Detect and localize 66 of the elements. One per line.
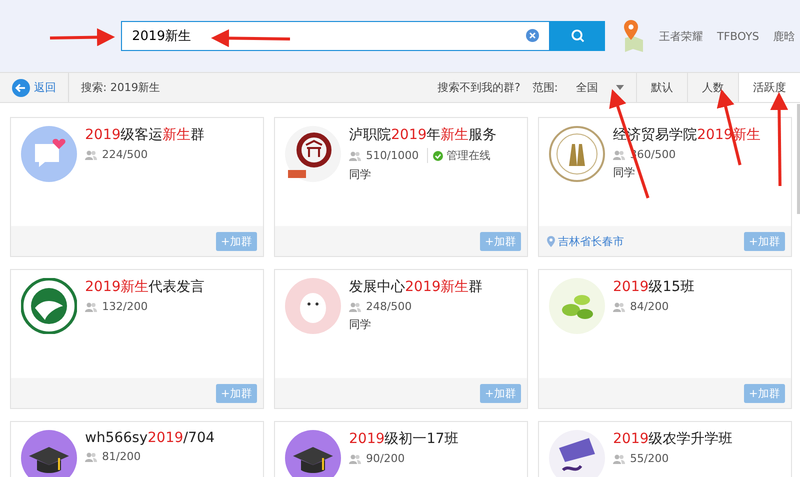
group-tag: 同学 bbox=[613, 165, 761, 180]
group-name[interactable]: 发展中心2019新生群 bbox=[349, 278, 483, 296]
group-avatar bbox=[21, 430, 77, 477]
back-button[interactable]: 返回 bbox=[0, 73, 69, 102]
members-icon bbox=[613, 302, 625, 312]
clear-icon[interactable] bbox=[526, 29, 539, 42]
group-card[interactable]: 2019新生代表发言 132/200 +加群 bbox=[10, 269, 264, 409]
location-pin-icon bbox=[547, 236, 555, 246]
member-count: 510/1000 bbox=[366, 149, 419, 162]
search-button[interactable] bbox=[550, 21, 605, 51]
members-icon bbox=[349, 150, 361, 160]
group-name[interactable]: 泸职院2019年新生服务 bbox=[349, 126, 497, 144]
member-count: 90/200 bbox=[366, 452, 405, 465]
group-name[interactable]: 2019新生代表发言 bbox=[85, 278, 205, 296]
member-count: 132/200 bbox=[102, 300, 148, 313]
group-avatar bbox=[549, 430, 605, 477]
group-avatar bbox=[285, 430, 341, 477]
range-label: 范围: bbox=[532, 80, 558, 95]
group-card[interactable]: 发展中心2019新生群 248/500 同学 +加群 bbox=[274, 269, 528, 409]
member-count: 55/200 bbox=[630, 452, 669, 465]
sort-tab[interactable]: 默认 bbox=[636, 73, 687, 102]
group-name[interactable]: 2019级15班 bbox=[613, 278, 694, 296]
search-icon bbox=[570, 29, 584, 43]
members-icon bbox=[349, 302, 361, 312]
group-name[interactable]: wh566sy2019/704 bbox=[85, 430, 215, 446]
group-tag: 同学 bbox=[349, 317, 483, 332]
search-query-text: 搜索: 2019新生 bbox=[81, 80, 162, 95]
group-name[interactable]: 2019级客运新生群 bbox=[85, 126, 205, 144]
member-count: 84/200 bbox=[630, 300, 669, 313]
group-card[interactable]: 2019级初一17班 90/200 bbox=[274, 421, 528, 477]
member-count: 248/500 bbox=[366, 300, 412, 313]
cannot-find-group-link[interactable]: 搜索不到我的群? bbox=[437, 80, 520, 95]
member-count: 81/200 bbox=[102, 450, 141, 463]
range-dropdown[interactable]: 全国 bbox=[576, 73, 624, 102]
map-pin-icon[interactable] bbox=[621, 20, 645, 52]
group-avatar bbox=[21, 126, 77, 182]
group-avatar bbox=[285, 278, 341, 334]
annotation-arrow bbox=[50, 28, 115, 46]
group-avatar bbox=[549, 126, 605, 182]
members-icon bbox=[85, 452, 97, 462]
group-avatar bbox=[285, 126, 341, 182]
group-card[interactable]: 2019级15班 84/200 +加群 bbox=[538, 269, 792, 409]
group-name[interactable]: 2019级农学升学班 bbox=[613, 430, 733, 448]
check-icon bbox=[432, 150, 443, 160]
group-name[interactable]: 2019级初一17班 bbox=[349, 430, 458, 448]
group-card[interactable]: 2019级客运新生群 224/500 +加群 bbox=[10, 117, 264, 257]
members-icon bbox=[349, 454, 361, 464]
group-card[interactable]: 2019级农学升学班 55/200 bbox=[538, 421, 792, 477]
group-card[interactable]: 泸职院2019年新生服务 510/1000 管理在线 同学 +加群 bbox=[274, 117, 528, 257]
group-avatar bbox=[21, 278, 77, 334]
hot-search-link[interactable]: TFBOYS bbox=[717, 30, 760, 42]
group-avatar bbox=[549, 278, 605, 334]
group-location: 吉林省长春市 bbox=[558, 234, 624, 248]
hot-search-link[interactable]: 鹿晗 bbox=[773, 28, 796, 44]
admin-online-status: 管理在线 bbox=[446, 148, 491, 163]
members-icon bbox=[85, 150, 97, 160]
sort-tab[interactable]: 活跃度 bbox=[738, 73, 800, 102]
members-icon bbox=[613, 454, 625, 464]
members-icon bbox=[613, 150, 625, 160]
hot-search-link[interactable]: 王者荣耀 bbox=[659, 28, 703, 44]
search-field[interactable]: 2019新生 bbox=[121, 21, 550, 51]
group-card[interactable]: wh566sy2019/704 81/200 bbox=[10, 421, 264, 477]
members-icon bbox=[85, 302, 97, 312]
member-count: 224/500 bbox=[102, 148, 148, 161]
group-tag: 同学 bbox=[349, 167, 497, 182]
dropdown-caret-icon bbox=[616, 85, 624, 90]
